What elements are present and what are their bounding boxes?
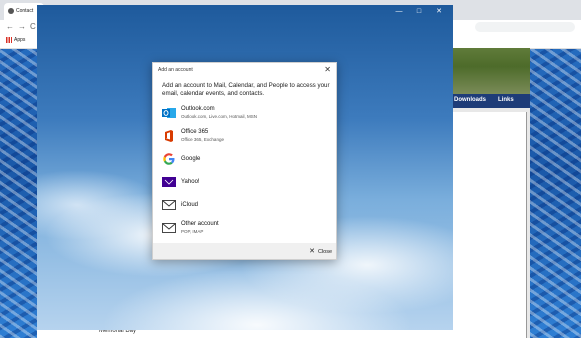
- window-close-icon[interactable]: ✕: [429, 7, 449, 15]
- mail-envelope-icon: [162, 223, 176, 233]
- bookmark-apps[interactable]: Apps: [14, 37, 25, 43]
- yahoo-icon: [162, 177, 176, 187]
- account-name: Google: [181, 156, 201, 162]
- account-option-office365[interactable]: Office 365 Office 365, Exchange: [159, 127, 331, 147]
- apps-grid-icon[interactable]: [6, 36, 12, 43]
- account-option-other[interactable]: Other account POP, IMAP: [159, 219, 331, 239]
- close-button-label: Close: [317, 249, 332, 255]
- account-option-google[interactable]: Google: [159, 150, 331, 170]
- maximize-icon[interactable]: □: [409, 8, 429, 15]
- reload-icon[interactable]: C: [30, 22, 36, 31]
- account-description: Outlook.com, Live.com, Hotmail, MSN: [181, 114, 258, 119]
- close-button[interactable]: ✕ Close: [309, 247, 332, 255]
- account-option-outlook[interactable]: Outlook.com Outlook.com, Live.com, Hotma…: [159, 104, 331, 124]
- dialog-footer: ✕ Close: [153, 243, 336, 259]
- window-controls: — □ ✕: [389, 7, 449, 15]
- website-nav-links[interactable]: Links: [498, 97, 514, 103]
- website-nav-bar: Downloads Links: [452, 94, 530, 108]
- mail-envelope-icon: [162, 200, 176, 210]
- website-content-area: [452, 112, 527, 338]
- account-option-yahoo[interactable]: Yahoo!: [159, 173, 331, 193]
- account-name: Yahoo!: [181, 179, 200, 185]
- address-bar[interactable]: [475, 22, 575, 32]
- office365-icon: [165, 130, 173, 142]
- back-icon[interactable]: ←: [6, 22, 14, 31]
- forward-icon[interactable]: →: [18, 22, 26, 31]
- close-icon: ✕: [309, 248, 315, 255]
- account-name: Other account: [181, 221, 219, 227]
- tab-title: Contact: [16, 8, 34, 14]
- account-description: Office 365, Exchange: [181, 137, 224, 142]
- website-side-panel: [452, 108, 530, 338]
- dialog-description: Add an account to Mail, Calendar, and Pe…: [162, 82, 330, 97]
- add-account-dialog: Add an account ✕ Add an account to Mail,…: [152, 62, 337, 260]
- account-description: POP, IMAP: [181, 229, 204, 234]
- account-name: iCloud: [181, 202, 199, 208]
- account-name: Office 365: [181, 129, 209, 135]
- outlook-icon: [162, 108, 176, 118]
- account-option-icloud[interactable]: iCloud: [159, 196, 331, 216]
- dialog-close-icon[interactable]: ✕: [324, 65, 331, 74]
- minimize-icon[interactable]: —: [389, 8, 409, 15]
- tab-favicon-icon: [8, 7, 14, 14]
- website-nav-downloads[interactable]: Downloads: [454, 97, 486, 103]
- account-name: Outlook.com: [181, 106, 215, 112]
- dialog-title: Add an account: [158, 67, 193, 73]
- website-footer: Memorial Day: [37, 328, 452, 338]
- website-banner-image: [452, 48, 530, 94]
- google-icon: [163, 153, 175, 165]
